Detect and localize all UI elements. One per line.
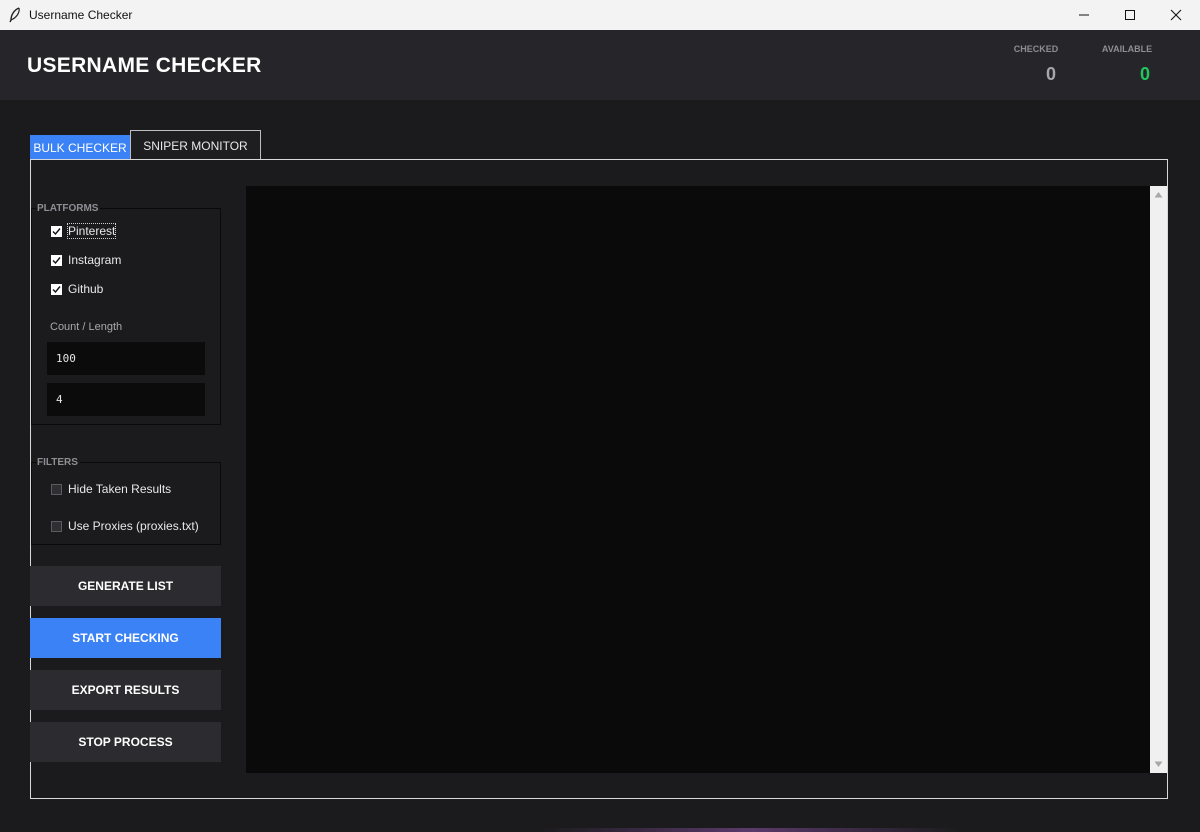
available-stat-value: 0 (1139, 64, 1150, 84)
app-header: USERNAME CHECKER CHECKED 0 AVAILABLE 0 (0, 30, 1200, 100)
generate-list-button[interactable]: GENERATE LIST (30, 566, 221, 606)
platform-pinterest[interactable]: Pinterest (51, 223, 117, 239)
github-checkbox[interactable] (51, 283, 62, 295)
check-icon (52, 256, 61, 264)
minimize-icon (1079, 14, 1089, 16)
count-input[interactable] (47, 342, 205, 375)
maximize-button[interactable] (1107, 0, 1153, 30)
window-title-bar: Username Checker (0, 0, 1200, 30)
github-label: Github (68, 282, 104, 296)
window-title: Username Checker (29, 8, 133, 22)
scroll-down-icon[interactable] (1154, 761, 1163, 768)
feather-icon (9, 7, 20, 23)
start-checking-button[interactable]: START CHECKING (30, 618, 221, 658)
close-button[interactable] (1153, 0, 1199, 30)
use-proxies-checkbox[interactable] (51, 520, 62, 532)
minimize-button[interactable] (1061, 0, 1107, 30)
checked-stat-value: 0 (1045, 64, 1056, 84)
platforms-label: PLATFORMS (37, 203, 101, 214)
close-icon (1170, 9, 1182, 21)
platform-instagram[interactable]: Instagram (51, 253, 121, 267)
checked-stat-label: CHECKED (1013, 44, 1059, 54)
tab-bulk-checker[interactable]: BULK CHECKER (30, 135, 130, 161)
results-output[interactable] (246, 186, 1150, 773)
stop-process-button[interactable]: STOP PROCESS (30, 722, 221, 762)
scroll-up-icon[interactable] (1154, 191, 1163, 198)
hide-taken-label: Hide Taken Results (68, 482, 172, 496)
platform-github[interactable]: Github (51, 282, 103, 296)
count-length-label: Count / Length (50, 321, 123, 333)
app-title: USERNAME CHECKER (27, 54, 262, 77)
results-scrollbar[interactable] (1150, 186, 1167, 773)
export-results-button[interactable]: EXPORT RESULTS (30, 670, 221, 710)
length-input[interactable] (47, 383, 205, 416)
hide-taken-checkbox[interactable] (51, 483, 62, 495)
filter-hide-taken[interactable]: Hide Taken Results (51, 482, 171, 496)
check-icon (52, 227, 61, 235)
maximize-icon (1125, 10, 1135, 20)
check-icon (52, 285, 61, 293)
instagram-checkbox[interactable] (51, 254, 62, 266)
pinterest-checkbox[interactable] (51, 225, 62, 237)
filters-label: FILTERS (37, 457, 80, 468)
window-bottom-edge (540, 828, 960, 832)
tab-sniper-monitor[interactable]: SNIPER MONITOR (130, 130, 261, 160)
pinterest-label: Pinterest (66, 223, 117, 239)
use-proxies-label: Use Proxies (proxies.txt) (68, 519, 199, 533)
available-stat-label: AVAILABLE (1101, 44, 1153, 54)
filter-use-proxies[interactable]: Use Proxies (proxies.txt) (51, 519, 199, 533)
instagram-label: Instagram (68, 253, 122, 267)
